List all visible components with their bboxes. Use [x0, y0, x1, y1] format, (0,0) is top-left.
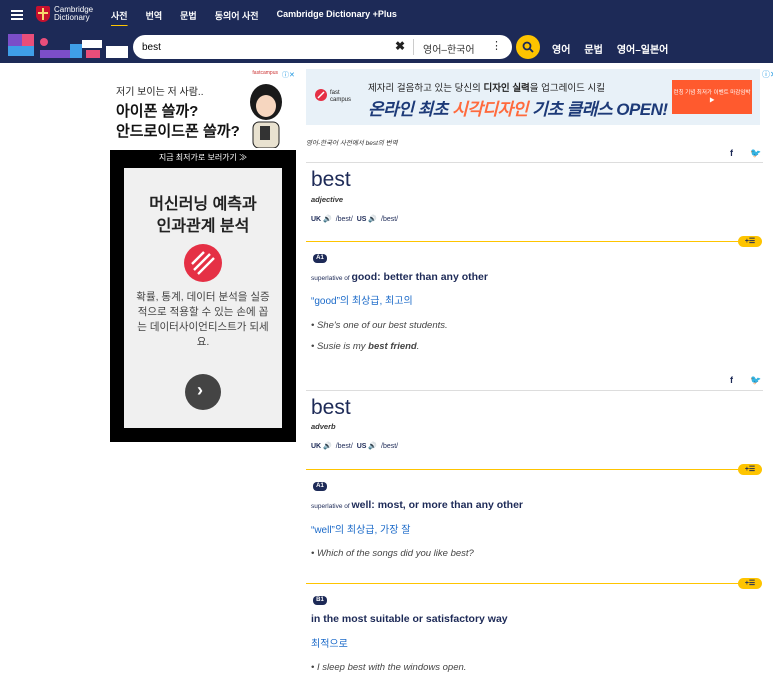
sense-divider [306, 469, 738, 470]
next-arrow-button[interactable]: › [185, 374, 221, 410]
level-badge: A1 [313, 482, 327, 491]
sub-nav: 영어 문법 영어–일본어 [552, 41, 682, 56]
ad-brand-badge: fastcampus [252, 70, 278, 76]
ad-line3: 안드로이드폰 쓸까? [116, 123, 240, 140]
divider [413, 39, 414, 55]
more-options-icon[interactable]: ⋮ [491, 39, 502, 52]
part-of-speech: adjective [311, 195, 344, 204]
facebook-icon[interactable]: f [730, 148, 733, 158]
add-to-list-button[interactable]: +☰ [738, 578, 762, 589]
audio-icon[interactable]: 🔊 [323, 443, 332, 450]
svg-text:fast: fast [330, 90, 340, 96]
chevron-right-icon: › [197, 380, 203, 400]
divider [306, 390, 763, 391]
nav-grammar[interactable]: 문법 [180, 9, 197, 22]
level-badge: A1 [313, 254, 327, 263]
ad-cta[interactable]: 지금 최저가로 보러가기 ≫ [110, 150, 296, 166]
sense-divider [306, 241, 738, 242]
ad-line2: 아이폰 쓸까? [116, 103, 199, 120]
clear-icon[interactable]: ✖ [395, 39, 405, 53]
definition: superlative of well: most, or more than … [311, 499, 523, 511]
example: • She's one of our best students. [311, 320, 448, 331]
ad-card: 머신러닝 예측과 인과관계 분석 확률, 통계, 데이터 분석을 실증적으로 적… [124, 168, 282, 428]
nav-dictionary[interactable]: 사전 [111, 9, 128, 22]
left-ad-header: fastcampus ⓘ✕ 저기 보이는 저 사람.. 아이폰 쓸까? 안드로이… [110, 68, 296, 150]
add-to-list-button[interactable]: +☰ [738, 236, 762, 247]
definition: in the most suitable or satisfactory way [311, 613, 508, 625]
top-nav: 사전 번역 문법 동의어 사전 Cambridge Dictionary +Pl… [111, 9, 415, 22]
logo-line2: Dictionary [54, 13, 90, 22]
pronunciation: UK 🔊 /best/ US 🔊 /best/ [311, 216, 399, 223]
audio-icon[interactable]: 🔊 [323, 216, 332, 223]
translation: “good”의 최상급, 최고의 [311, 296, 413, 307]
banner-top-text: 제자리 걸음하고 있는 당신의 디자인 실력을 업그레이드 시킬 [368, 83, 605, 94]
card-title-line2: 인과관계 분석 [156, 218, 250, 235]
audio-icon[interactable]: 🔊 [368, 443, 377, 450]
example: • I sleep best with the windows open. [311, 662, 467, 673]
banner-event-box[interactable]: 런칭 기념 최저가 이벤트 마감임박 ▶ [672, 80, 752, 114]
level-badge: B1 [313, 596, 327, 605]
search-box: ✖ 영어–한국어 ⋮ [133, 35, 512, 59]
headword: best [311, 168, 351, 191]
translation: 최적으로 [311, 639, 348, 650]
shield-icon [36, 6, 50, 22]
language-select[interactable]: 영어–한국어 [423, 41, 475, 56]
search-button[interactable] [516, 35, 540, 59]
search-input[interactable] [142, 40, 392, 54]
breadcrumb: 영어-한국어 사전에서 best의 번역 [306, 140, 398, 147]
adchoices-icon[interactable]: ⓘ✕ [762, 69, 773, 79]
example: • Which of the songs did you like best? [311, 548, 474, 559]
ad-line1: 저기 보이는 저 사람.. [116, 87, 204, 98]
svg-text:campus: campus [330, 97, 351, 103]
illustration-person [250, 84, 282, 148]
adchoices-icon[interactable]: ⓘ✕ [282, 70, 295, 79]
search-icon [522, 41, 534, 53]
subnav-english[interactable]: 영어 [552, 41, 570, 56]
banner-ad[interactable]: fast campus 제자리 걸음하고 있는 당신의 디자인 실력을 업그레이… [306, 69, 773, 125]
add-to-list-button[interactable]: +☰ [738, 464, 762, 475]
nav-translate[interactable]: 번역 [146, 9, 163, 22]
search-band: ✖ 영어–한국어 ⋮ 영어 문법 영어–일본어 [0, 30, 773, 63]
card-body: 확률, 통계, 데이터 분석을 실증적으로 적용할 수 있는 손에 꼽는 데이터… [136, 291, 270, 348]
cambridge-logo[interactable]: Cambridge Dictionary [36, 6, 93, 22]
sense-divider [306, 583, 738, 584]
definition: superlative of good: better than any oth… [311, 271, 488, 283]
subnav-english-japanese[interactable]: 영어–일본어 [617, 41, 669, 56]
top-bar: Cambridge Dictionary 사전 번역 문법 동의어 사전 Cam… [0, 0, 773, 30]
twitter-icon[interactable]: 🐦 [750, 148, 761, 159]
nav-plus[interactable]: Cambridge Dictionary +Plus [277, 9, 397, 22]
facebook-icon[interactable]: f [730, 375, 733, 385]
part-of-speech: adverb [311, 422, 336, 431]
card-title-line1: 머신러닝 예측과 [149, 196, 257, 213]
headword: best [311, 396, 351, 419]
divider [306, 162, 763, 163]
fastcampus-logo: fast campus [315, 89, 351, 103]
pronunciation: UK 🔊 /best/ US 🔊 /best/ [311, 443, 399, 450]
brand-logo-icon [184, 244, 222, 282]
twitter-icon[interactable]: 🐦 [750, 375, 761, 386]
nav-thesaurus[interactable]: 동의어 사전 [215, 9, 259, 22]
subnav-grammar[interactable]: 문법 [584, 41, 602, 56]
audio-icon[interactable]: 🔊 [368, 216, 377, 223]
left-ad[interactable]: fastcampus ⓘ✕ 저기 보이는 저 사람.. 아이폰 쓸까? 안드로이… [110, 68, 296, 442]
banner-main-text: 온라인 최초 시각디자인 기초 클래스 OPEN! [368, 100, 668, 119]
decorative-blocks [0, 30, 130, 63]
translation: “well”의 최상급, 가장 잘 [311, 525, 411, 536]
example: • Susie is my best friend. [311, 341, 420, 352]
menu-icon[interactable] [11, 10, 23, 20]
